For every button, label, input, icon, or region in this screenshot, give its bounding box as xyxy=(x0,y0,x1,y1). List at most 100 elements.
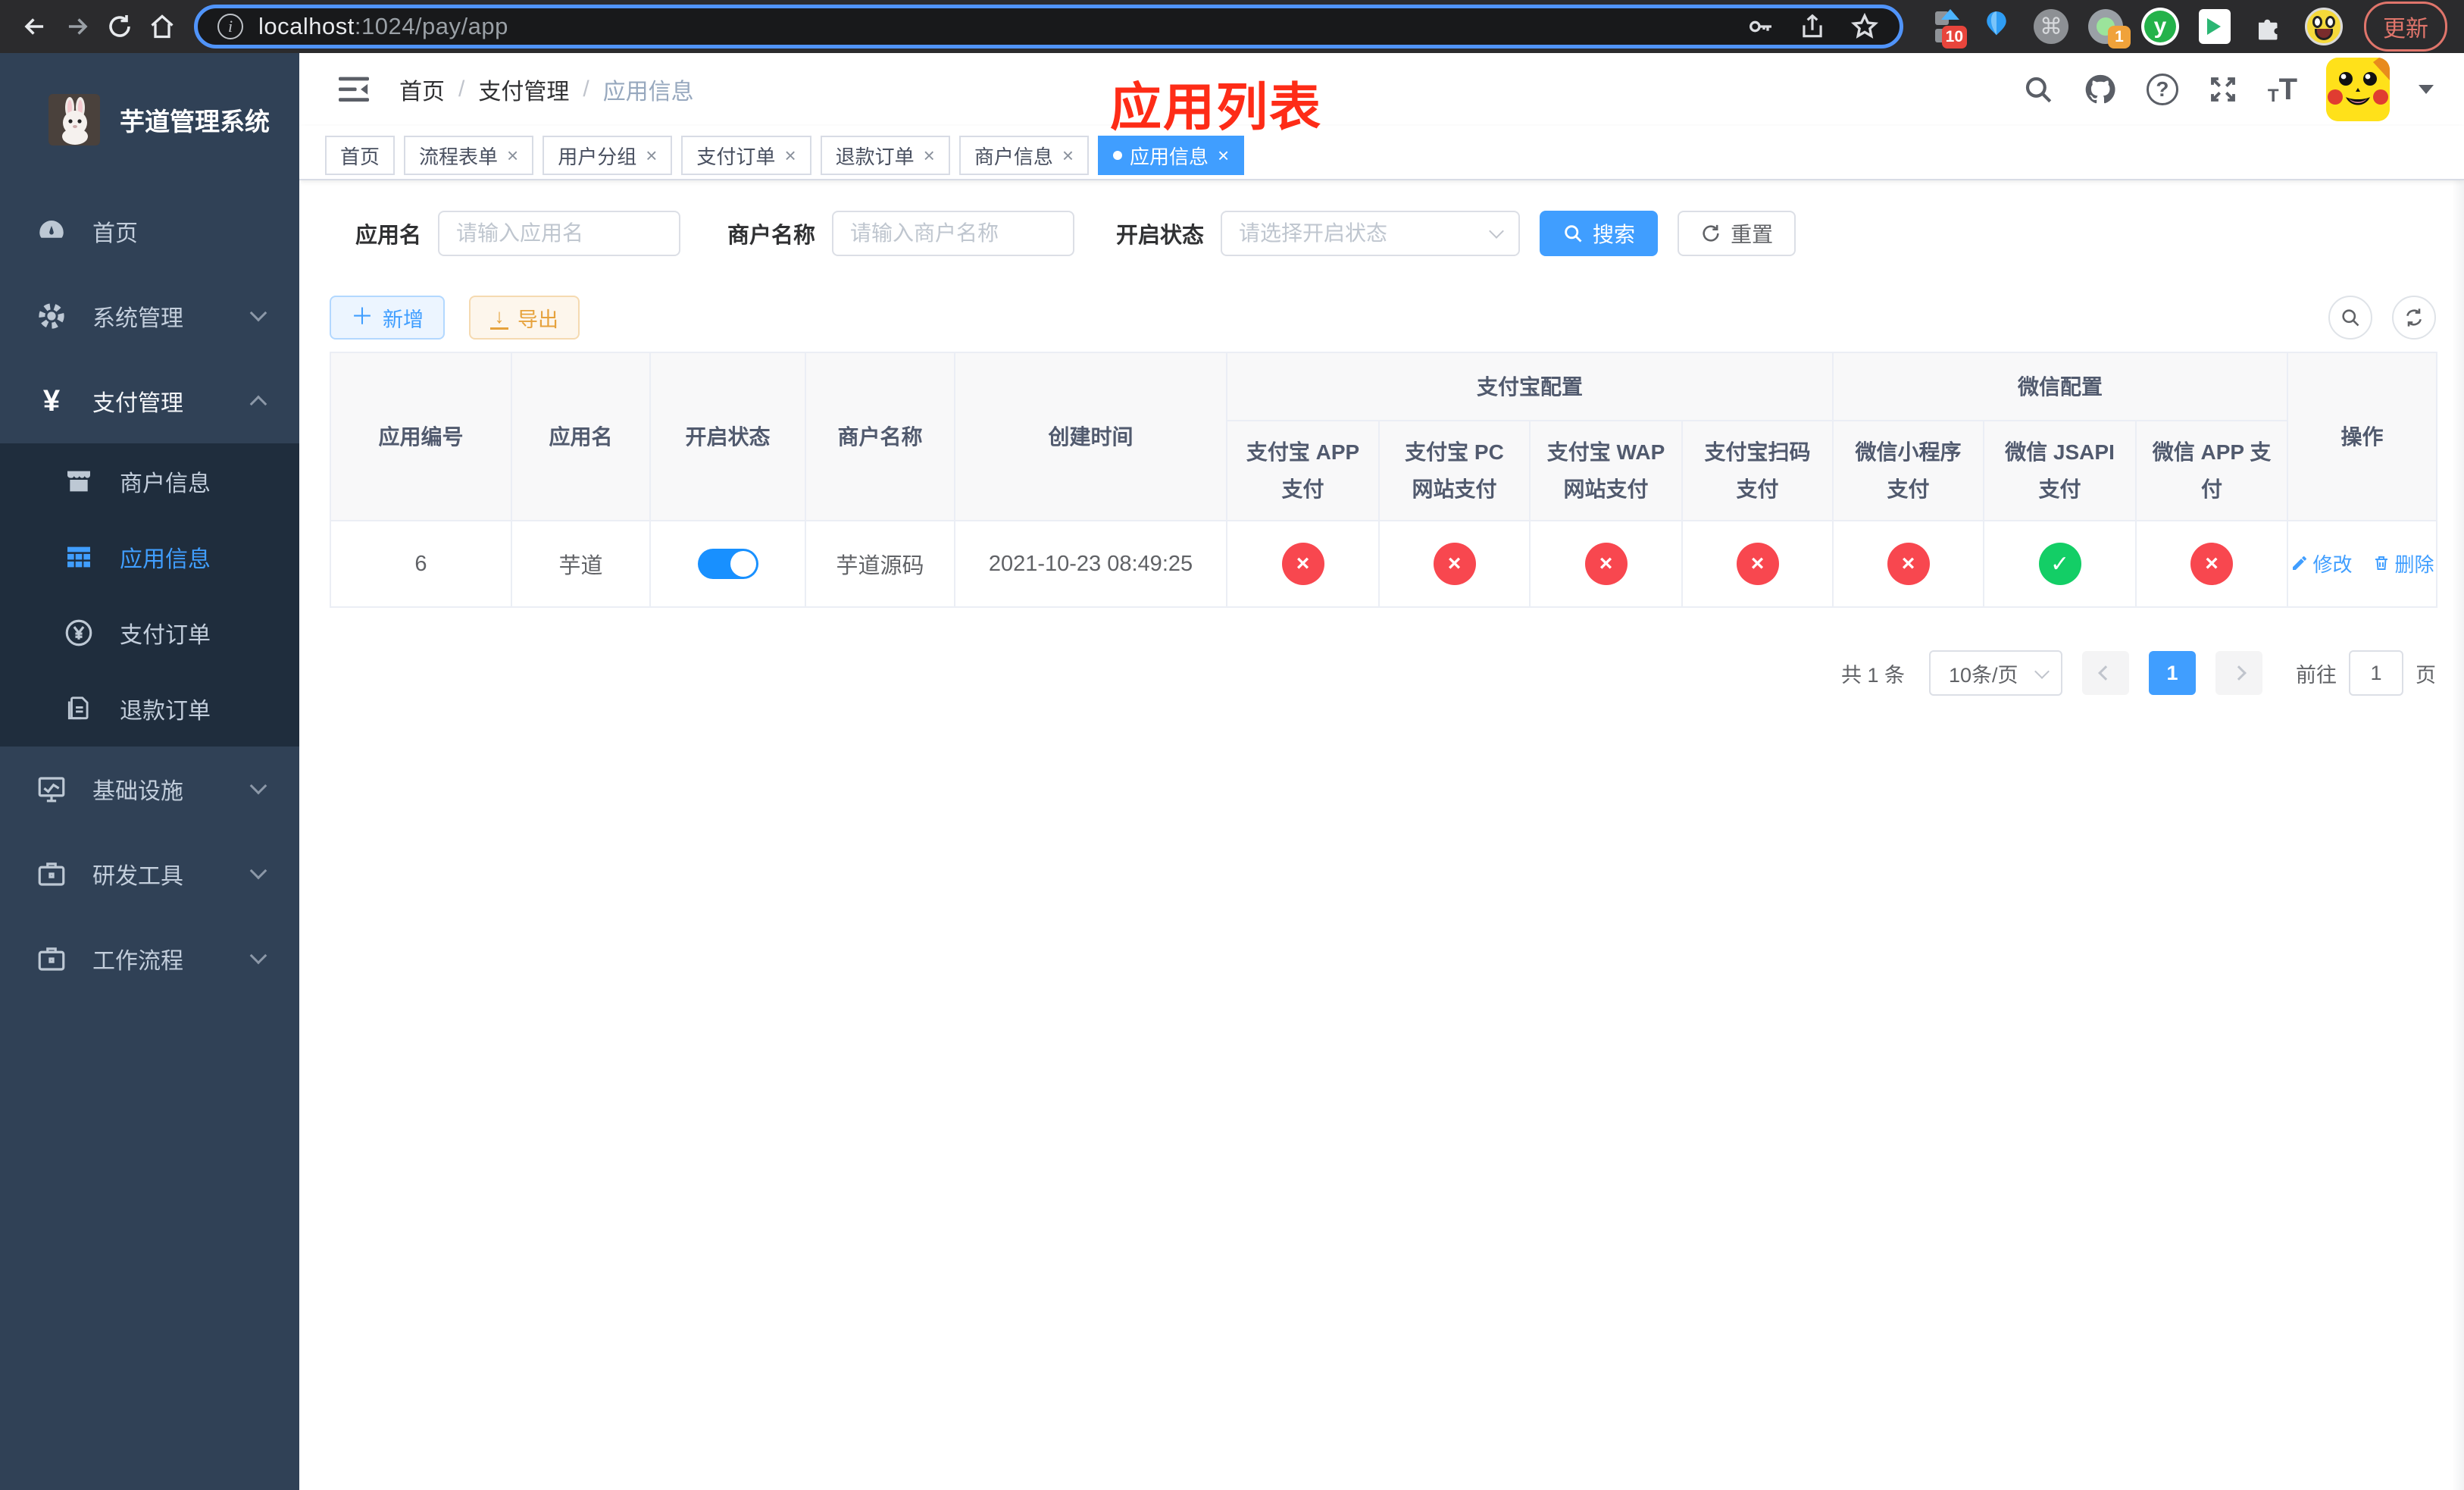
status-select[interactable] xyxy=(1221,211,1521,256)
app-name-input-wrap xyxy=(438,211,681,256)
col-alipay-pc: 支付宝 PC 网站支付 xyxy=(1378,420,1531,521)
search-button[interactable]: 搜索 xyxy=(1540,211,1659,256)
page-size-select[interactable]: 10条/页 xyxy=(1929,650,2062,696)
close-icon[interactable]: × xyxy=(646,144,657,167)
breadcrumb-home[interactable]: 首页 xyxy=(399,73,445,106)
group-wechat-config: 微信配置 xyxy=(1832,352,2289,421)
toggle-search-button[interactable] xyxy=(2328,296,2372,340)
app-navbar: 首页 / 支付管理 / 应用信息 应用列表 ? TT xyxy=(299,53,2464,136)
url-bar[interactable]: i localhost:1024/pay/app xyxy=(194,5,1903,49)
sidebar-item-app-info[interactable]: 应用信息 xyxy=(0,519,299,595)
extension-blocks-icon[interactable]: 10 xyxy=(1923,8,1967,49)
font-size-icon[interactable]: TT xyxy=(2268,73,2297,107)
tab-pay-order[interactable]: 支付订单 × xyxy=(681,136,811,175)
password-key-icon[interactable] xyxy=(1745,11,1775,42)
tab-user-group[interactable]: 用户分组 × xyxy=(543,136,673,175)
breadcrumb-separator: / xyxy=(583,77,589,102)
browser-home-icon[interactable] xyxy=(141,5,183,48)
extension-balloon-icon[interactable] xyxy=(1978,8,2015,45)
download-icon: ↓ xyxy=(490,306,508,330)
table-grid-icon xyxy=(61,542,97,572)
sidebar-item-merchant-info[interactable]: 商户信息 xyxy=(0,443,299,519)
chevron-down-icon xyxy=(249,777,267,795)
sidebar-item-pay-order[interactable]: 支付订单 xyxy=(0,595,299,671)
close-icon[interactable]: × xyxy=(1062,144,1074,167)
sidebar-item-payment[interactable]: ¥ 支付管理 xyxy=(0,358,299,443)
edit-link[interactable]: 修改 xyxy=(2290,549,2353,578)
col-app-id: 应用编号 xyxy=(330,352,512,521)
refresh-icon xyxy=(1703,224,1719,242)
sidebar-item-system[interactable]: 系统管理 xyxy=(0,274,299,358)
current-page[interactable]: 1 xyxy=(2149,651,2196,695)
col-wechat-app: 微信 APP 支付 xyxy=(2135,420,2289,521)
close-icon[interactable]: × xyxy=(1218,144,1229,167)
cell-actions: 修改 删除 xyxy=(2287,520,2438,608)
fullscreen-icon[interactable] xyxy=(2207,74,2239,105)
next-page-button[interactable] xyxy=(2215,651,2262,695)
share-icon[interactable] xyxy=(1798,12,1827,41)
browser-update-button[interactable]: 更新 xyxy=(2364,2,2447,52)
tab-refund-order[interactable]: 退款订单 × xyxy=(820,136,950,175)
col-alipay-wap: 支付宝 WAP 网站支付 xyxy=(1529,420,1683,521)
avatar-caret-icon[interactable] xyxy=(2419,85,2434,102)
breadcrumb-separator: / xyxy=(458,77,465,102)
pagination: 共 1 条 10条/页 1 前往 页 xyxy=(330,650,2436,696)
close-icon[interactable]: × xyxy=(924,144,935,167)
browser-forward-icon[interactable] xyxy=(56,5,98,48)
add-button[interactable]: ＋ 新增 xyxy=(330,296,445,340)
tab-app-info[interactable]: 应用信息 × xyxy=(1098,136,1245,175)
header-search-icon[interactable] xyxy=(2022,74,2054,105)
enabled-toggle[interactable] xyxy=(697,549,758,579)
briefcase-icon xyxy=(33,858,70,890)
dashboard-icon xyxy=(33,215,70,247)
prev-page-button[interactable] xyxy=(2082,651,2129,695)
tab-home[interactable]: 首页 xyxy=(325,136,396,175)
col-wechat-jsapi: 微信 JSAPI 支付 xyxy=(1983,420,2137,521)
chevron-down-icon xyxy=(249,862,267,880)
extension-recorder-icon[interactable]: 1 xyxy=(2087,8,2131,49)
close-icon[interactable]: × xyxy=(507,144,518,167)
sidebar-item-home[interactable]: 首页 xyxy=(0,189,299,274)
col-actions: 操作 xyxy=(2287,352,2438,521)
breadcrumb-payment[interactable]: 支付管理 xyxy=(478,73,569,106)
navbar-actions: ? TT xyxy=(2022,58,2434,121)
col-wechat-mini: 微信小程序支付 xyxy=(1832,420,1985,521)
sidebar-collapse-icon[interactable] xyxy=(337,74,371,105)
extension-puzzle-icon[interactable] xyxy=(2250,8,2288,45)
wechat-jsapi-status-icon: ✓ xyxy=(2038,543,2081,585)
breadcrumb-current: 应用信息 xyxy=(602,80,694,105)
export-button[interactable]: ↓ 导出 xyxy=(469,296,580,340)
goto-page-input[interactable] xyxy=(2349,650,2403,696)
chevron-down-icon xyxy=(249,947,267,965)
yen-icon: ¥ xyxy=(42,383,61,418)
extension-emoji-icon[interactable] xyxy=(2305,8,2343,45)
tags-view-bar: 首页 流程表单 × 用户分组 × 支付订单 × 退款订单 × 商户信息 × 应用信息 × xyxy=(299,126,2464,180)
browser-back-icon[interactable] xyxy=(14,5,56,48)
tab-merchant-info[interactable]: 商户信息 × xyxy=(958,136,1090,175)
extension-y-icon[interactable]: y xyxy=(2141,8,2179,45)
sidebar-logo-row[interactable]: 芋道管理系统 xyxy=(0,53,299,186)
sidebar-item-refund-order[interactable]: 退款订单 xyxy=(0,671,299,747)
help-icon[interactable]: ? xyxy=(2146,74,2178,105)
status-select-input[interactable] xyxy=(1239,221,1492,246)
close-icon[interactable]: × xyxy=(784,144,796,167)
sidebar-item-infrastructure[interactable]: 基础设施 xyxy=(0,747,299,831)
pencil-icon xyxy=(2292,556,2306,571)
delete-link[interactable]: 删除 xyxy=(2372,549,2434,578)
user-avatar[interactable] xyxy=(2326,58,2390,121)
extension-doc-icon[interactable] xyxy=(2196,8,2234,45)
refresh-table-button[interactable] xyxy=(2392,296,2436,340)
site-info-icon[interactable]: i xyxy=(217,14,243,39)
merchant-name-input[interactable] xyxy=(850,221,1057,246)
tab-process-form[interactable]: 流程表单 × xyxy=(404,136,534,175)
storefront-icon xyxy=(61,466,97,496)
extension-command-icon[interactable]: ⌘ xyxy=(2032,8,2070,45)
browser-reload-icon[interactable] xyxy=(98,5,141,48)
app-name-input[interactable] xyxy=(456,221,663,246)
sidebar-item-dev-tools[interactable]: 研发工具 xyxy=(0,831,299,916)
bookmark-star-icon[interactable] xyxy=(1850,11,1880,42)
group-alipay-config: 支付宝配置 xyxy=(1225,352,1834,421)
sidebar-item-workflow[interactable]: 工作流程 xyxy=(0,916,299,1001)
reset-button[interactable]: 重置 xyxy=(1678,211,1796,256)
github-icon[interactable] xyxy=(2083,72,2118,107)
